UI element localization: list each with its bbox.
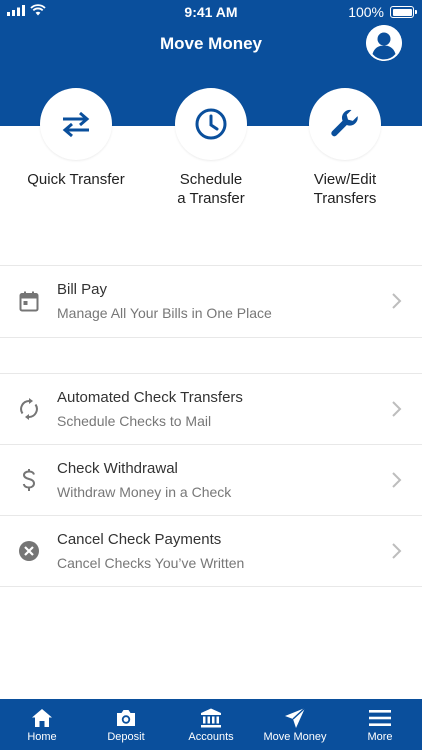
check-withdrawal-row[interactable]: Check Withdrawal Withdraw Money in a Che… [0, 445, 422, 516]
check-withdrawal-title: Check Withdrawal [57, 460, 178, 477]
view-edit-transfers-circle[interactable] [309, 88, 381, 160]
schedule-transfer-action[interactable]: Schedule a Transfer [141, 88, 281, 208]
status-bar: 9:41 AM 100% [0, 0, 422, 24]
bill-pay-subtitle: Manage All Your Bills in One Place [57, 305, 272, 321]
cancel-check-payments-subtitle: Cancel Checks You’ve Written [57, 555, 245, 571]
schedule-transfer-label: Schedule a Transfer [177, 171, 245, 207]
quick-transfer-action[interactable]: Quick Transfer [6, 88, 146, 189]
automated-check-transfers-subtitle: Schedule Checks to Mail [57, 413, 212, 429]
automated-check-transfers-title: Automated Check Transfers [57, 389, 243, 406]
chevron-right-icon [392, 401, 402, 417]
tab-deposit-label: Deposit [107, 731, 145, 743]
divider [0, 586, 422, 587]
send-icon [285, 707, 306, 728]
battery-icon [390, 6, 417, 18]
clock-icon [195, 108, 227, 140]
bank-icon [201, 708, 221, 728]
view-edit-transfers-label: View/Edit Transfers [313, 171, 377, 207]
chevron-right-icon [392, 543, 402, 559]
row-icon-wrap [18, 469, 40, 491]
user-circle-icon [366, 25, 402, 61]
home-icon [32, 709, 52, 727]
camera-icon [117, 710, 135, 726]
page-title: Move Money [159, 34, 263, 53]
chevron-right-icon [392, 472, 402, 488]
row-icon-wrap [18, 398, 40, 420]
battery-percent: 100% [348, 4, 384, 20]
dollar-icon [22, 469, 36, 491]
tab-home-label: Home [27, 731, 57, 743]
swap-arrows-icon [62, 111, 90, 138]
tab-icon-wrap [253, 706, 337, 730]
status-right: 100% [348, 4, 417, 20]
divider [0, 337, 422, 338]
bill-pay-title: Bill Pay [57, 281, 108, 298]
tab-move-money-label: Move Money [263, 731, 327, 743]
row-icon-wrap [18, 540, 40, 562]
tab-move-money[interactable]: Move Money [253, 699, 337, 750]
tab-icon-wrap [338, 706, 422, 730]
schedule-transfer-circle[interactable] [175, 88, 247, 160]
profile-button[interactable] [366, 25, 402, 61]
wrench-icon [331, 109, 358, 137]
tab-icon-wrap [0, 706, 84, 730]
quick-transfer-label: Quick Transfer [27, 171, 125, 188]
cancel-check-payments-row[interactable]: Cancel Check Payments Cancel Checks You’… [0, 516, 422, 587]
tab-more[interactable]: More [338, 699, 422, 750]
tab-more-label: More [367, 731, 393, 743]
menu-icon [369, 710, 391, 726]
tab-deposit[interactable]: Deposit [84, 699, 168, 750]
tab-home[interactable]: Home [0, 699, 84, 750]
tab-bar: Home Deposit Accounts Move Money More [0, 699, 422, 750]
cancel-check-payments-title: Cancel Check Payments [57, 531, 222, 548]
tab-accounts[interactable]: Accounts [169, 699, 253, 750]
chevron-right-icon [392, 293, 402, 309]
view-edit-transfers-action[interactable]: View/Edit Transfers [275, 88, 415, 208]
automated-check-transfers-row[interactable]: Automated Check Transfers Schedule Check… [0, 374, 422, 445]
calendar-icon [19, 291, 39, 311]
row-icon-wrap [18, 290, 40, 312]
tab-icon-wrap [84, 706, 168, 730]
tab-accounts-label: Accounts [188, 731, 234, 743]
check-withdrawal-subtitle: Withdraw Money in a Check [57, 484, 232, 500]
tab-icon-wrap [169, 706, 253, 730]
quick-transfer-circle[interactable] [40, 88, 112, 160]
cancel-circle-icon [19, 541, 39, 561]
refresh-icon [20, 398, 38, 420]
bill-pay-row[interactable]: Bill Pay Manage All Your Bills in One Pl… [0, 266, 422, 337]
